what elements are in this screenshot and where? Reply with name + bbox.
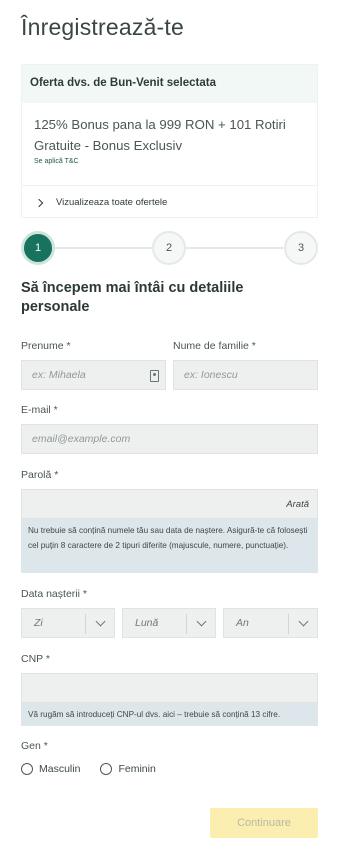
cnp-hint: Vă rugăm să introduceți CNP-ul dvs. aici…	[21, 703, 318, 726]
last-name-input[interactable]: ex: Ionescu	[173, 360, 318, 390]
gender-options: Masculin Feminin	[21, 763, 156, 775]
page-title: Înregistrează-te	[21, 14, 184, 40]
continue-button[interactable]: Continuare	[210, 808, 318, 838]
first-name-label: Prenume *	[21, 340, 71, 352]
offer-header: Oferta dvs. de Bun-Venit selectata	[22, 65, 317, 103]
offer-card: Oferta dvs. de Bun-Venit selectata 125% …	[21, 64, 318, 218]
step-3: 3	[284, 231, 318, 265]
view-all-offers-link[interactable]: Vizualizeaza toate ofertele	[22, 185, 317, 219]
chevron-down-icon	[95, 616, 106, 627]
male-label: Masculin	[39, 763, 81, 775]
contact-card-icon	[150, 370, 159, 382]
female-label: Feminin	[118, 763, 156, 775]
chevron-down-icon	[298, 616, 309, 627]
last-name-placeholder: ex: Ionescu	[184, 369, 238, 381]
offer-text: 125% Bonus pana la 999 RON + 101 Rotiri …	[34, 117, 286, 153]
password-hint: Nu trebuie să conțină numele tău sau dat…	[21, 519, 318, 573]
password-input[interactable]: Arată	[21, 489, 318, 519]
email-input[interactable]: email@example.com	[21, 424, 318, 454]
show-password-button[interactable]: Arată	[286, 499, 309, 510]
progress-stepper: 1 2 3	[21, 231, 318, 265]
chevron-right-icon	[34, 198, 44, 207]
terms-link[interactable]: Se aplică T&C	[34, 158, 305, 165]
section-title: Să începem mai întâi cu detaliile person…	[21, 280, 244, 315]
cnp-input[interactable]	[21, 673, 318, 703]
birth-year-value: An	[236, 617, 249, 629]
birth-month-value: Lună	[135, 617, 159, 629]
first-name-input[interactable]: ex: Mihaela	[21, 360, 166, 390]
birth-day-select[interactable]: Zi	[21, 608, 115, 638]
first-name-placeholder: ex: Mihaela	[32, 369, 86, 381]
birth-day-value: Zi	[34, 617, 43, 629]
birth-date-label: Data nașterii *	[21, 588, 87, 600]
cnp-label: CNP *	[21, 653, 50, 665]
email-label: E-mail *	[21, 404, 58, 416]
step-2: 2	[152, 231, 186, 265]
birth-month-select[interactable]: Lună	[122, 608, 216, 638]
step-1: 1	[21, 231, 55, 265]
step-connector	[186, 247, 283, 249]
last-name-label: Nume de familie *	[173, 340, 256, 352]
gender-label: Gen *	[21, 740, 48, 752]
password-label: Parolă *	[21, 469, 59, 481]
birth-year-select[interactable]: An	[223, 608, 318, 638]
female-radio[interactable]	[100, 763, 113, 775]
male-radio[interactable]	[21, 763, 33, 775]
view-all-offers-label: Vizualizeaza toate ofertele	[56, 197, 168, 208]
email-placeholder: email@example.com	[32, 433, 131, 445]
step-connector	[55, 247, 152, 249]
chevron-down-icon	[196, 616, 207, 627]
